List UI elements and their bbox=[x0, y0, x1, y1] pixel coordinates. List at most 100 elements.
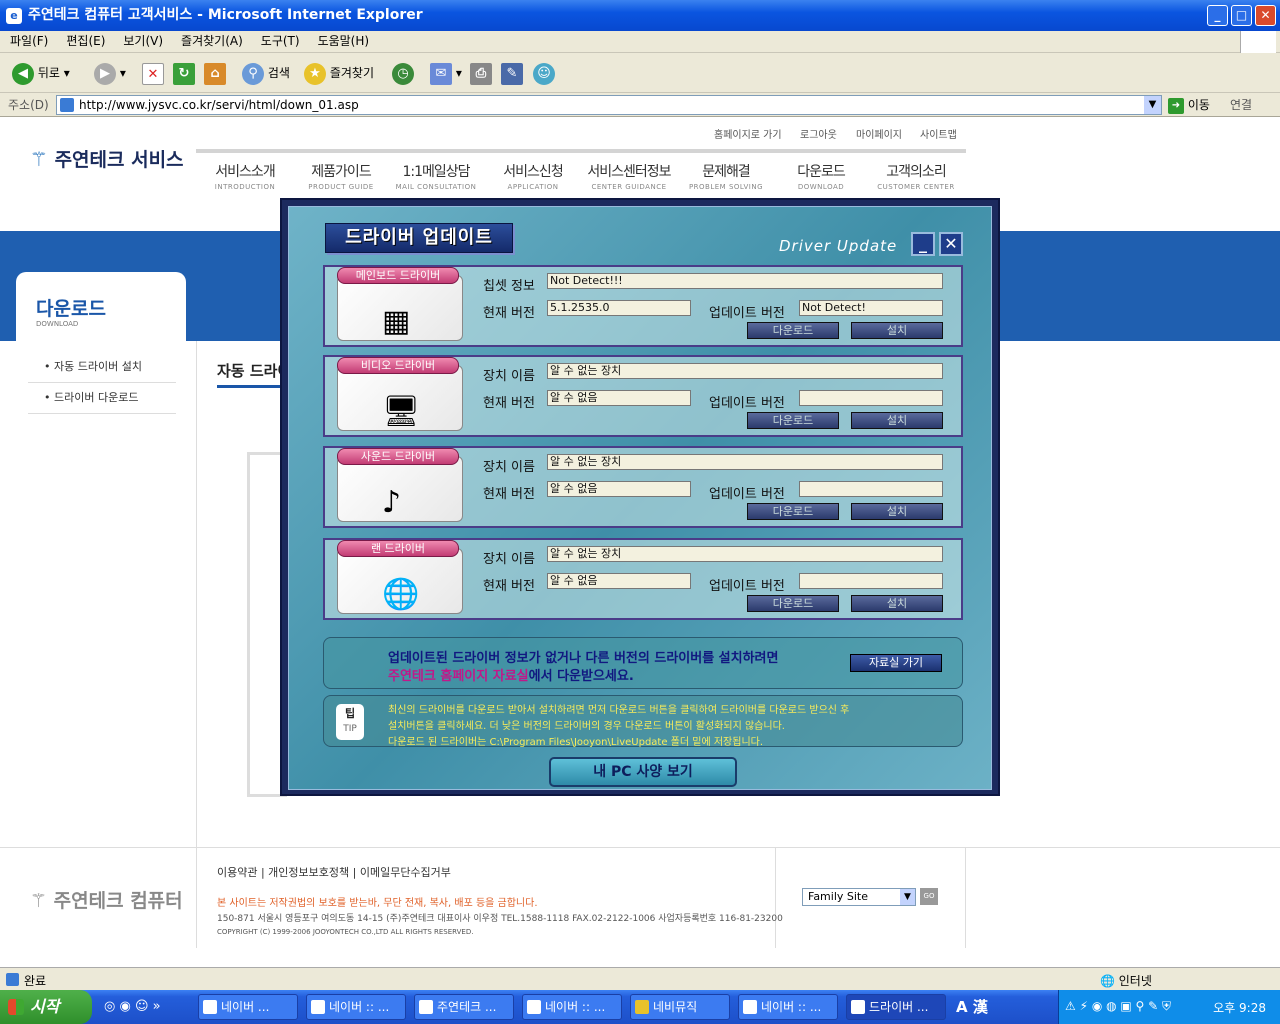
menu-view[interactable]: 보기(V) bbox=[115, 31, 171, 51]
task-label: 드라이버 ... bbox=[869, 1000, 929, 1014]
tip-line: 최신의 드라이버를 다운로드 받아서 설치하려면 먼저 다운로드 버튼을 클릭하… bbox=[388, 705, 850, 716]
menu-edit[interactable]: 편집(E) bbox=[58, 31, 113, 51]
top-link-mypage[interactable]: 마이페이지 bbox=[856, 126, 902, 141]
driver-update-body: 드라이버 업데이트 Driver Update _ ✕ ▦ 메인보드 드라이버 … bbox=[288, 206, 992, 790]
go-archive-button[interactable]: 자료실 가기 bbox=[850, 654, 942, 672]
menu-file[interactable]: 파일(F) bbox=[2, 31, 56, 51]
tray-icons[interactable]: ⚠ ⚡ ◉ ◍ ▣ ⚲ ✎ ⛨ bbox=[1065, 999, 1171, 1014]
minimize-button[interactable]: _ bbox=[1207, 5, 1228, 26]
task-button[interactable]: 네이버 :: ... bbox=[306, 994, 406, 1020]
nav-customer-center[interactable]: 고객의소리 CUSTOMER CENTER bbox=[876, 161, 956, 191]
nav-application[interactable]: 서비스신청 APPLICATION bbox=[498, 161, 568, 191]
messenger-icon: ☺ bbox=[533, 62, 555, 85]
chip-icon: ▦ bbox=[382, 304, 411, 339]
go-button[interactable]: ➜ 이동 bbox=[1168, 96, 1210, 114]
top-link-logout[interactable]: 로그아웃 bbox=[800, 126, 837, 141]
download-button[interactable]: 다운로드 bbox=[747, 595, 839, 612]
edit-button[interactable]: ✎ bbox=[501, 60, 523, 86]
window-title: 주연테크 컴퓨터 고객서비스 - Microsoft Internet Expl… bbox=[28, 7, 423, 23]
driver-image: ♪ bbox=[337, 456, 463, 522]
install-button[interactable]: 설치 bbox=[851, 503, 943, 520]
ie-icon bbox=[527, 1000, 541, 1014]
update-note-panel: 업데이트된 드라이버 정보가 없거나 다른 버전의 드라이버를 설치하려면 주연… bbox=[323, 637, 963, 689]
stop-button[interactable]: ✕ bbox=[142, 60, 164, 86]
forward-button[interactable]: ▶ ▾ bbox=[94, 60, 126, 86]
windows-flag-icon bbox=[8, 999, 24, 1015]
home-button[interactable]: ⌂ bbox=[204, 60, 226, 86]
download-button[interactable]: 다운로드 bbox=[747, 412, 839, 429]
driver-image: 🖥 bbox=[337, 365, 463, 431]
view-pc-spec-button[interactable]: 내 PC 사양 보기 bbox=[549, 757, 737, 787]
task-button[interactable]: 네이버 :: ... bbox=[738, 994, 838, 1020]
update-version-field bbox=[799, 390, 943, 406]
video-driver-row: 🖥 비디오 드라이버 장치 이름 알 수 없는 장치 현재 버전 알 수 없음 … bbox=[323, 355, 963, 437]
taskbar: 시작 ◎ ◉ ☺ » 네이버 ... 네이버 :: ... 주연테크 ... 네… bbox=[0, 990, 1280, 1024]
nav-mail-consultation[interactable]: 1:1메일상담 MAIL CONSULTATION bbox=[394, 161, 478, 191]
nav-problem-solving[interactable]: 문제해결 PROBLEM SOLVING bbox=[686, 161, 766, 191]
messenger-button[interactable]: ☺ bbox=[533, 60, 555, 86]
task-button[interactable]: 네비뮤직 bbox=[630, 994, 730, 1020]
logo-mark-icon: ⚚ bbox=[30, 147, 48, 171]
clock[interactable]: 오후 9:28 bbox=[1213, 999, 1266, 1016]
task-button[interactable]: 네이버 :: ... bbox=[522, 994, 622, 1020]
favorites-button[interactable]: ★ 즐겨찾기 bbox=[304, 60, 374, 86]
refresh-icon: ↻ bbox=[173, 62, 195, 85]
close-button[interactable]: ✕ bbox=[1255, 5, 1276, 26]
address-label: 주소(D) bbox=[8, 98, 49, 112]
task-button-active[interactable]: 드라이버 ... bbox=[846, 994, 946, 1020]
driver-tag: 랜 드라이버 bbox=[337, 540, 459, 557]
menu-tools[interactable]: 도구(T) bbox=[253, 31, 308, 51]
menu-favorites[interactable]: 즐겨찾기(A) bbox=[173, 31, 251, 51]
family-site-go-button[interactable]: GO bbox=[920, 888, 938, 905]
current-version-label: 현재 버전 bbox=[483, 396, 535, 411]
address-input[interactable]: http://www.jysvc.co.kr/servi/html/down_0… bbox=[56, 95, 1162, 115]
footer-links[interactable]: 이용약관 | 개인정보보호정책 | 이메일무단수집거부 bbox=[217, 864, 451, 880]
quick-launch[interactable]: ◎ ◉ ☺ » bbox=[104, 999, 161, 1014]
nav-center-guidance[interactable]: 서비스센터정보 CENTER GUIDANCE bbox=[584, 161, 674, 191]
note-line-2-rest: 에서 다운받으세요. bbox=[528, 669, 634, 684]
site-logo[interactable]: ⚚ 주연테크 서비스 bbox=[30, 145, 184, 172]
nav-product-guide[interactable]: 제품가이드 PRODUCT GUIDE bbox=[306, 161, 376, 191]
menu-help[interactable]: 도움말(H) bbox=[310, 31, 378, 51]
install-button[interactable]: 설치 bbox=[851, 412, 943, 429]
tip-label: 팁 bbox=[344, 707, 356, 720]
print-button[interactable]: ⎙ bbox=[470, 60, 492, 86]
address-dropdown-icon[interactable]: ▼ bbox=[1144, 96, 1161, 114]
download-button[interactable]: 다운로드 bbox=[747, 322, 839, 339]
history-button[interactable]: ◷ bbox=[392, 60, 414, 86]
side-item-auto-driver[interactable]: • 자동 드라이버 설치 bbox=[28, 353, 176, 383]
task-label: 네이버 :: ... bbox=[329, 1000, 390, 1014]
history-icon: ◷ bbox=[392, 62, 414, 85]
search-button[interactable]: ⚲ 검색 bbox=[242, 60, 290, 86]
tip-line: 설치버튼을 클릭하세요. 더 낮은 버전의 드라이버의 경우 다운로드 버튼이 … bbox=[388, 721, 785, 732]
popup-minimize-button[interactable]: _ bbox=[911, 232, 935, 256]
device-name-label: 장치 이름 bbox=[483, 369, 535, 384]
page-done-icon bbox=[6, 973, 19, 986]
links-button[interactable]: 연결 bbox=[1230, 96, 1252, 113]
site-logo-text: 주연테크 서비스 bbox=[54, 149, 184, 171]
maximize-button[interactable]: □ bbox=[1231, 5, 1252, 26]
nav-label: 서비스신청 bbox=[503, 164, 563, 180]
download-button[interactable]: 다운로드 bbox=[747, 503, 839, 520]
task-button[interactable]: 네이버 ... bbox=[198, 994, 298, 1020]
chipset-label: 칩셋 정보 bbox=[483, 279, 535, 294]
back-button[interactable]: ◀ 뒤로 ▾ bbox=[12, 60, 70, 86]
side-item-driver-download[interactable]: • 드라이버 다운로드 bbox=[28, 384, 176, 414]
install-button[interactable]: 설치 bbox=[851, 595, 943, 612]
install-button[interactable]: 설치 bbox=[851, 322, 943, 339]
refresh-button[interactable]: ↻ bbox=[173, 60, 195, 86]
divider bbox=[196, 848, 197, 948]
start-button[interactable]: 시작 bbox=[0, 990, 92, 1024]
nav-introduction[interactable]: 서비스소개 INTRODUCTION bbox=[210, 161, 280, 191]
popup-close-button[interactable]: ✕ bbox=[939, 232, 963, 256]
start-label: 시작 bbox=[30, 997, 60, 1016]
top-link-home[interactable]: 홈페이지로 가기 bbox=[714, 126, 782, 141]
mail-button[interactable]: ✉ ▾ bbox=[430, 60, 462, 86]
task-button[interactable]: 주연테크 ... bbox=[414, 994, 514, 1020]
nav-download[interactable]: 다운로드 DOWNLOAD bbox=[788, 161, 854, 191]
family-site-select[interactable]: Family Site ▼ bbox=[802, 888, 916, 906]
homepage-archive-link[interactable]: 주연테크 홈페이지 자료실 bbox=[388, 669, 529, 684]
language-indicator[interactable]: A 漢 bbox=[956, 996, 988, 1017]
top-link-sitemap[interactable]: 사이트맵 bbox=[920, 126, 957, 141]
update-version-label: 업데이트 버전 bbox=[709, 306, 785, 321]
